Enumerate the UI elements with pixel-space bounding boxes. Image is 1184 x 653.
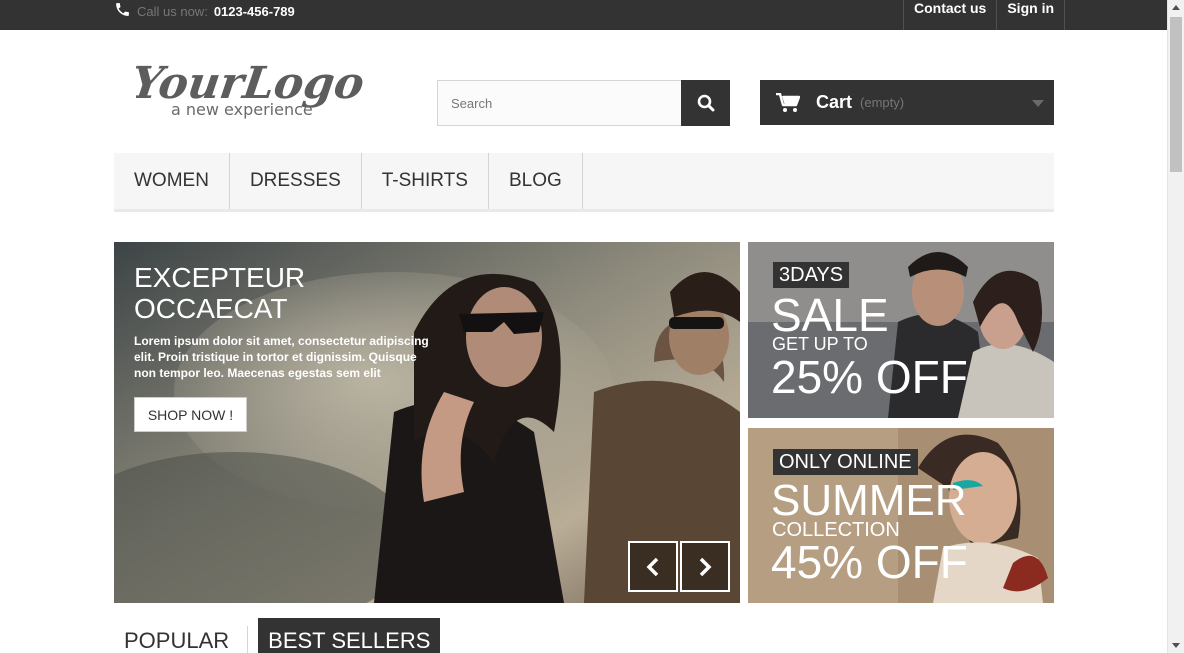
call-label: Call us now: [137, 3, 208, 19]
search-form [437, 80, 730, 126]
summer-headline: SUMMER [771, 476, 967, 525]
sale-badge: 3DAYS [773, 262, 850, 288]
slide-title: EXCEPTEUR OCCAECAT [134, 262, 306, 324]
top-links: Contact us Sign in [903, 0, 1066, 30]
slide-caption: EXCEPTEUR OCCAECAT Lorem ipsum dolor sit… [134, 262, 434, 381]
summer-offer: 45% OFF [771, 536, 968, 588]
search-input[interactable] [437, 80, 681, 126]
slider-next-button[interactable] [680, 541, 730, 592]
tab-popular[interactable]: POPULAR [114, 618, 239, 653]
search-icon [697, 94, 714, 112]
phone-icon [114, 1, 131, 21]
menu-item-dresses[interactable]: DRESSES [230, 153, 362, 209]
scrollbar-thumb[interactable] [1170, 17, 1182, 172]
menu-item-t-shirts[interactable]: T-SHIRTS [362, 153, 489, 209]
slider-prev-button[interactable] [628, 541, 678, 592]
slider-controls [628, 541, 730, 592]
contact-us-link[interactable]: Contact us [903, 0, 996, 30]
sale-headline: SALE [771, 289, 889, 341]
store-page: Call us now: 0123-456-789 Contact us Sig… [0, 0, 1184, 653]
logo-tagline: a new experience [171, 100, 313, 119]
site-logo[interactable]: YourLogo a new experience [128, 50, 376, 122]
chevron-right-icon [699, 557, 712, 576]
cart-icon [776, 92, 800, 112]
scroll-up-icon[interactable] [1172, 5, 1180, 10]
homepage-slider: EXCEPTEUR OCCAECAT Lorem ipsum dolor sit… [114, 242, 740, 603]
product-tabs: POPULAR BEST SELLERS [114, 618, 441, 653]
top-bar: Call us now: 0123-456-789 Contact us Sig… [0, 0, 1167, 30]
summer-banner[interactable]: ONLY ONLINE SUMMER COLLECTION 45% OFF [748, 428, 1054, 603]
menu-item-women[interactable]: WOMEN [114, 153, 230, 209]
sale-offer: 25% OFF [771, 351, 968, 403]
scroll-down-icon[interactable] [1172, 643, 1180, 648]
sale-banner[interactable]: 3DAYS SALE GET UP TO 25% OFF [748, 242, 1054, 418]
phone-info: Call us now: 0123-456-789 [114, 0, 295, 22]
cart-status: (empty) [860, 95, 905, 110]
shop-now-button[interactable]: SHOP NOW ! [134, 397, 247, 432]
menu-item-blog[interactable]: BLOG [489, 153, 583, 209]
chevron-down-icon [1032, 100, 1044, 107]
phone-number: 0123-456-789 [213, 3, 295, 19]
tab-best-sellers[interactable]: BEST SELLERS [258, 618, 441, 653]
cart-button[interactable]: Cart (empty) [760, 80, 1054, 125]
tab-divider [247, 626, 249, 653]
summer-badge: ONLY ONLINE [773, 449, 918, 475]
page-scrollbar[interactable] [1167, 0, 1184, 653]
cart-label: Cart [816, 92, 853, 112]
slide-description: Lorem ipsum dolor sit amet, consectetur … [134, 334, 429, 380]
sign-in-link[interactable]: Sign in [996, 0, 1066, 30]
main-menu: WOMEN DRESSES T-SHIRTS BLOG [114, 153, 1054, 212]
search-button[interactable] [681, 80, 730, 126]
chevron-left-icon [646, 557, 659, 576]
